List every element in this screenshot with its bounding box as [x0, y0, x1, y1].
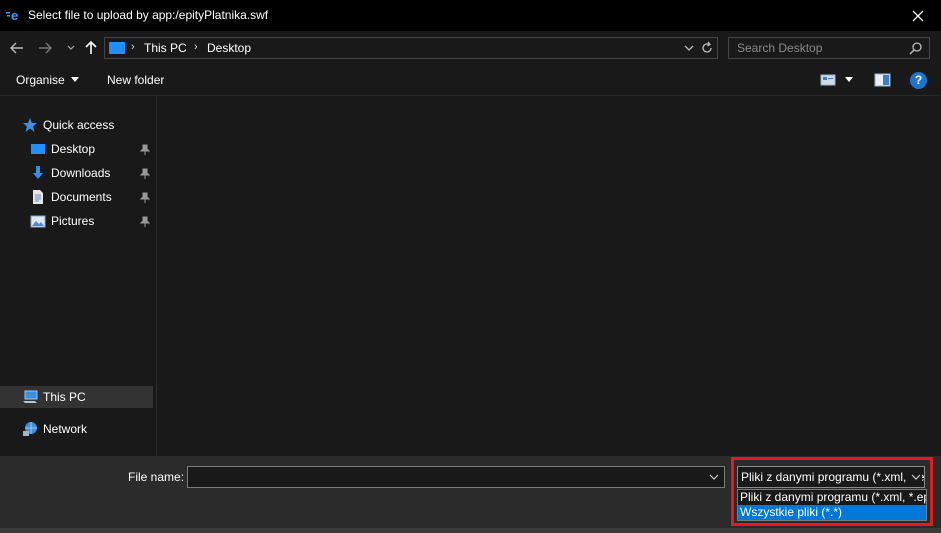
pin-icon[interactable]: [140, 192, 150, 204]
search-icon[interactable]: [909, 41, 923, 55]
address-dropdown-icon[interactable]: [681, 40, 697, 56]
nav-label-downloads: Downloads: [51, 166, 111, 180]
up-arrow-icon: [85, 41, 97, 54]
help-icon[interactable]: ?: [910, 72, 927, 89]
nav-item-pictures[interactable]: Pictures: [0, 210, 156, 232]
this-pc-icon: [109, 42, 125, 54]
organise-button[interactable]: Organise: [16, 73, 79, 87]
preview-pane-icon[interactable]: [874, 73, 891, 87]
nav-label-desktop: Desktop: [51, 142, 96, 156]
file-name-input[interactable]: [187, 466, 725, 488]
organise-label: Organise: [16, 73, 65, 87]
nav-item-network[interactable]: Network: [0, 418, 156, 440]
computer-icon: [23, 390, 38, 403]
refresh-icon[interactable]: [699, 40, 715, 56]
nav-item-documents[interactable]: Documents: [0, 186, 156, 208]
document-icon: [33, 190, 43, 204]
nav-label-quick-access: Quick access: [43, 118, 115, 132]
close-button[interactable]: [895, 0, 941, 31]
breadcrumb-desktop[interactable]: Desktop: [207, 41, 251, 55]
nav-item-this-pc[interactable]: This PC: [0, 386, 153, 408]
file-list-area[interactable]: [156, 96, 941, 456]
nav-label-documents: Documents: [51, 190, 112, 204]
back-button[interactable]: [8, 39, 26, 57]
file-type-option[interactable]: Pliki z danymi programu (*.xml, *.epity): [738, 490, 926, 505]
forward-button[interactable]: [36, 39, 54, 57]
nav-item-desktop[interactable]: Desktop: [0, 138, 156, 160]
recent-locations-button[interactable]: [62, 39, 80, 57]
desktop-icon: [31, 144, 45, 154]
pin-icon[interactable]: [140, 216, 150, 228]
search-placeholder: Search Desktop: [737, 41, 823, 55]
nav-label-this-pc: This PC: [43, 390, 86, 404]
change-view-icon[interactable]: [820, 73, 836, 87]
file-name-label: File name:: [128, 470, 185, 484]
forward-arrow-icon: [39, 42, 52, 54]
nav-label-network: Network: [43, 422, 88, 436]
title-bar: e Select file to upload by app:/epityPla…: [0, 0, 941, 31]
svg-text:e: e: [11, 8, 18, 22]
nav-item-downloads[interactable]: Downloads: [0, 162, 156, 184]
back-arrow-icon: [10, 42, 23, 54]
new-folder-button[interactable]: New folder: [107, 73, 164, 87]
network-globe-icon: [23, 422, 37, 436]
file-type-selected-value: Pliki z danymi programu (*.xml, *.epity): [741, 470, 925, 484]
search-box[interactable]: Search Desktop: [728, 37, 930, 59]
pin-icon[interactable]: [140, 168, 150, 180]
chevron-down-icon[interactable]: [910, 471, 922, 483]
address-bar[interactable]: › This PC › Desktop: [104, 37, 718, 59]
download-arrow-icon: [33, 166, 43, 179]
window-title: Select file to upload by app:/epityPlatn…: [28, 8, 269, 22]
pin-icon[interactable]: [140, 144, 150, 156]
command-bar: Organise New folder ?: [0, 65, 941, 96]
navigation-pane: Quick access Desktop Downloads Documents: [0, 96, 156, 456]
picture-icon: [30, 215, 46, 228]
nav-label-pictures: Pictures: [51, 214, 95, 228]
file-type-dropdown-list: Pliki z danymi programu (*.xml, *.epity)…: [737, 489, 927, 521]
bottom-edge: [0, 528, 941, 533]
file-type-option[interactable]: Wszystkie pliki (*.*): [738, 505, 926, 520]
breadcrumb-separator-icon: ›: [131, 41, 135, 53]
close-icon: [912, 10, 924, 21]
chevron-down-icon[interactable]: [708, 471, 720, 483]
view-options-caret-icon[interactable]: [845, 77, 853, 82]
nav-item-quick-access[interactable]: Quick access: [0, 114, 156, 136]
breadcrumb-separator-icon: ›: [194, 41, 198, 53]
chevron-down-icon: [67, 45, 75, 50]
star-icon: [23, 118, 37, 132]
app-e-logo-icon: e: [6, 8, 18, 22]
file-type-select[interactable]: Pliki z danymi programu (*.xml, *.epity): [737, 466, 925, 488]
file-selection-panel: File name: Pliki z danymi programu (*.xm…: [0, 456, 941, 533]
caret-down-icon: [70, 77, 79, 82]
breadcrumb-this-pc[interactable]: This PC: [144, 41, 187, 55]
up-button[interactable]: [82, 39, 100, 57]
